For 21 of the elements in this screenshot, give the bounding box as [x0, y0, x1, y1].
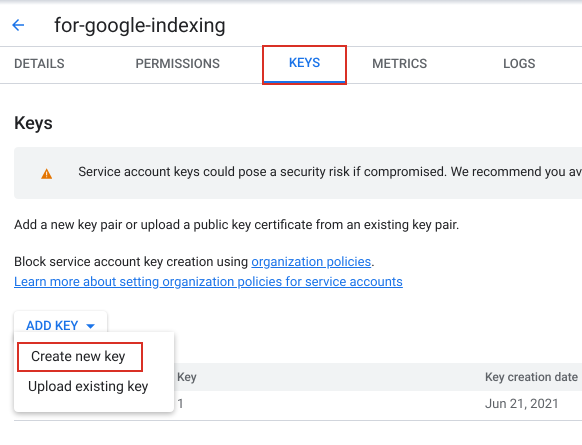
table-cell-text: 1 [177, 396, 184, 414]
table-cell-text: Jun 21, 2021 [485, 396, 560, 414]
menu-item[interactable]: Create new key [17, 342, 144, 372]
description-text: Add a new key pair or upload a public key certificate from an existing key pair. [14, 217, 460, 235]
column-header: Key [177, 368, 197, 386]
policy-text: Block service account key creation using [14, 254, 248, 270]
section-heading: Keys [14, 112, 54, 136]
page-title: for-google-indexing [54, 12, 226, 39]
learn-more-link[interactable]: Learn more about setting organization policies for service accounts [14, 272, 403, 292]
tab[interactable]: KEYS [264, 47, 346, 83]
tab[interactable]: DETAILS [0, 47, 78, 83]
period-text: . [371, 254, 375, 270]
tab[interactable]: LOGS [489, 47, 550, 83]
warning-text: Service account keys could pose a security risk if compromised. We recommend you av [78, 164, 582, 182]
warning-icon [41, 166, 52, 180]
organization-policies-link[interactable]: organization policies [251, 254, 372, 270]
tab[interactable]: METRICS [358, 47, 442, 83]
column-header: Key creation date [485, 368, 578, 386]
tab[interactable]: PERMISSIONS [121, 47, 234, 83]
caret-icon [86, 324, 96, 329]
menu-item[interactable]: Upload existing key [14, 372, 174, 402]
